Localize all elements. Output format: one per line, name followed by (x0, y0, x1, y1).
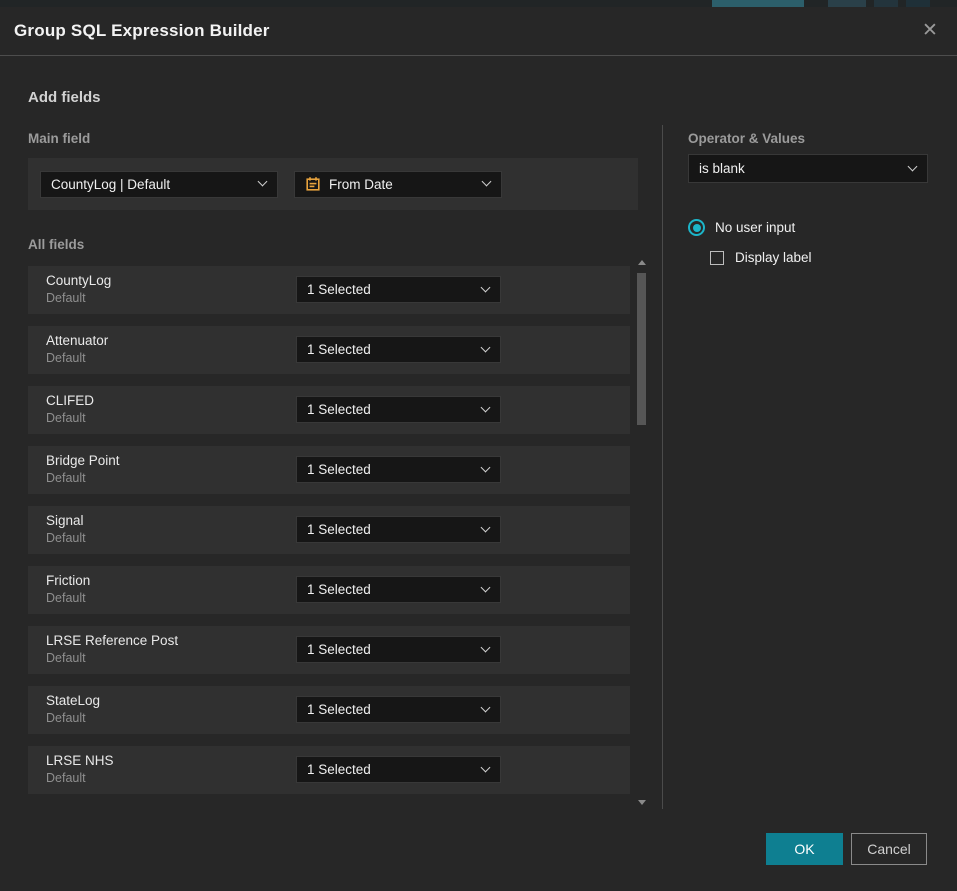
no-user-input-radio[interactable]: No user input (688, 219, 795, 236)
background-live-view-fragment (712, 0, 804, 7)
field-row-countylog: CountyLog Default 1 Selected (28, 266, 630, 314)
chevron-down-icon (481, 402, 491, 412)
scrollbar-down-arrow-icon[interactable] (638, 800, 646, 805)
main-field-select-value: From Date (329, 177, 393, 192)
field-selected-dropdown[interactable]: 1 Selected (296, 576, 501, 603)
chevron-down-icon (481, 462, 491, 472)
field-selected-dropdown[interactable]: 1 Selected (296, 276, 501, 303)
chevron-down-icon (481, 522, 491, 532)
field-row-lrse-nhs: LRSE NHS Default 1 Selected (28, 746, 630, 794)
field-row-friction: Friction Default 1 Selected (28, 566, 630, 614)
scrollbar[interactable] (637, 260, 648, 805)
field-row-signal: Signal Default 1 Selected (28, 506, 630, 554)
operator-select[interactable]: is blank (688, 154, 928, 183)
background-app-edge (0, 0, 957, 7)
close-icon: ✕ (922, 19, 938, 42)
chevron-down-icon (258, 177, 268, 187)
panel-divider (662, 125, 663, 809)
group-sql-expression-builder-dialog: Group SQL Expression Builder ✕ Add field… (0, 7, 957, 891)
cancel-button[interactable]: Cancel (851, 833, 927, 865)
chevron-down-icon (481, 762, 491, 772)
field-selected-dropdown[interactable]: 1 Selected (296, 696, 501, 723)
chevron-down-icon (481, 702, 491, 712)
dialog-titlebar: Group SQL Expression Builder ✕ (0, 7, 957, 56)
selected-count: 1 Selected (307, 702, 371, 717)
selected-count: 1 Selected (307, 282, 371, 297)
selected-count: 1 Selected (307, 342, 371, 357)
field-row-lrse-reference-post: LRSE Reference Post Default 1 Selected (28, 626, 630, 674)
field-row-attenuator: Attenuator Default 1 Selected (28, 326, 630, 374)
scrollbar-thumb[interactable] (637, 273, 646, 425)
operator-values-label: Operator & Values (688, 131, 805, 146)
layer-select[interactable]: CountyLog | Default (40, 171, 278, 198)
selected-count: 1 Selected (307, 462, 371, 477)
all-fields-label: All fields (28, 237, 84, 252)
field-row-bridge-point: Bridge Point Default 1 Selected (28, 446, 630, 494)
display-label-checkbox-row[interactable]: Display label (710, 250, 812, 265)
field-selected-dropdown[interactable]: 1 Selected (296, 516, 501, 543)
all-fields-list: CountyLog Default 1 Selected Attenuator … (28, 266, 630, 806)
chevron-down-icon (481, 642, 491, 652)
chevron-down-icon (481, 582, 491, 592)
selected-count: 1 Selected (307, 582, 371, 597)
checkbox-unchecked-icon[interactable] (710, 251, 724, 265)
field-selected-dropdown[interactable]: 1 Selected (296, 456, 501, 483)
chevron-down-icon (481, 342, 491, 352)
no-user-input-label: No user input (715, 220, 795, 235)
field-row-statelog: StateLog Default 1 Selected (28, 686, 630, 734)
main-field-container: CountyLog | Default From Date (28, 158, 638, 210)
selected-count: 1 Selected (307, 762, 371, 777)
field-row-clifed: CLIFED Default 1 Selected (28, 386, 630, 434)
scrollbar-up-arrow-icon[interactable] (638, 260, 646, 265)
radio-selected-icon (688, 219, 705, 236)
close-button[interactable]: ✕ (913, 13, 947, 47)
selected-count: 1 Selected (307, 642, 371, 657)
chevron-down-icon (481, 282, 491, 292)
operator-select-value: is blank (699, 161, 745, 176)
field-selected-dropdown[interactable]: 1 Selected (296, 336, 501, 363)
selected-count: 1 Selected (307, 522, 371, 537)
background-toolbar-fragment (874, 0, 898, 7)
background-toolbar-fragment (828, 0, 866, 7)
ok-button[interactable]: OK (766, 833, 843, 865)
selected-count: 1 Selected (307, 402, 371, 417)
field-selected-dropdown[interactable]: 1 Selected (296, 396, 501, 423)
chevron-down-icon (482, 177, 492, 187)
chevron-down-icon (908, 161, 918, 171)
layer-select-value: CountyLog | Default (51, 177, 170, 192)
calendar-icon (305, 176, 321, 192)
background-toolbar-fragment (906, 0, 930, 7)
main-field-label: Main field (28, 131, 90, 146)
radio-dot (693, 224, 701, 232)
display-label-text: Display label (735, 250, 812, 265)
main-field-select[interactable]: From Date (294, 171, 502, 198)
add-fields-heading: Add fields (28, 89, 101, 106)
dialog-title: Group SQL Expression Builder (14, 21, 270, 41)
field-selected-dropdown[interactable]: 1 Selected (296, 636, 501, 663)
field-selected-dropdown[interactable]: 1 Selected (296, 756, 501, 783)
